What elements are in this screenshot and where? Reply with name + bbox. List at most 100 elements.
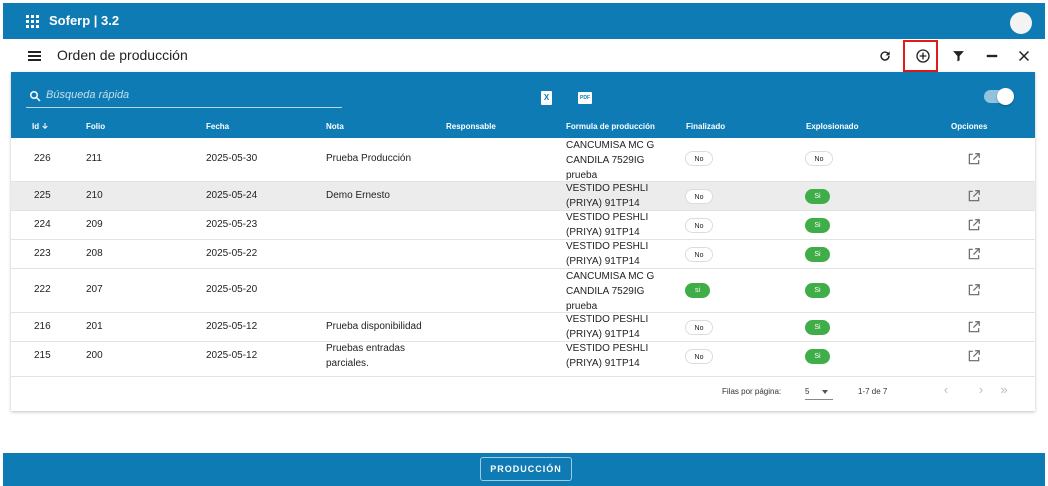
caret-down-icon — [822, 390, 828, 394]
table-row[interactable]: 224 209 2025-05-23 VESTIDO PESHLI (PRIYA… — [11, 211, 1035, 240]
table-row[interactable]: 215 200 2025-05-12 Pruebas entradas parc… — [11, 342, 1035, 372]
refresh-icon[interactable] — [874, 45, 896, 67]
explosionado-badge: Si — [805, 349, 830, 364]
cell-nota: Prueba Producción — [326, 153, 412, 164]
filter-icon[interactable] — [947, 45, 969, 67]
open-external-icon[interactable] — [967, 283, 981, 297]
cell-formula: VESTIDO PESHLI (PRIYA) 91TP14 — [566, 212, 649, 238]
search-icon — [30, 91, 41, 102]
column-header-opciones: Opciones — [951, 122, 988, 131]
column-header-fecha[interactable]: Fecha — [206, 122, 229, 131]
table-row[interactable]: 216 201 2025-05-12 Prueba disponibilidad… — [11, 313, 1035, 342]
cell-fecha: 2025-05-22 — [206, 248, 258, 259]
cell-folio: 200 — [86, 350, 103, 361]
cell-id: 215 — [34, 350, 51, 361]
cell-id: 226 — [34, 153, 51, 164]
column-header-nota[interactable]: Nota — [326, 122, 344, 131]
cell-id: 216 — [34, 321, 51, 332]
cell-folio: 210 — [86, 190, 103, 201]
cell-folio: 211 — [86, 153, 102, 164]
column-header-folio[interactable]: Folio — [86, 122, 105, 131]
cell-fecha: 2025-05-23 — [206, 219, 258, 230]
page-range: 1-7 de 7 — [858, 387, 888, 396]
bottom-bar: PRODUCCIÓN — [3, 453, 1045, 486]
open-external-icon[interactable] — [967, 320, 981, 334]
column-header-formula[interactable]: Formula de producción — [566, 122, 655, 131]
cell-formula: CANCUMISA MC G CANDILA 7529IG prueba — [566, 271, 655, 312]
sort-arrow-down-icon — [42, 123, 49, 130]
explosionado-badge: Si — [805, 283, 830, 298]
finalizado-badge: No — [685, 151, 713, 166]
column-header-id[interactable]: Id — [32, 122, 49, 131]
explosionado-badge: Si — [805, 218, 830, 233]
finalizado-badge: No — [685, 218, 713, 233]
cell-fecha: 2025-05-20 — [206, 284, 258, 295]
column-header-finalizado[interactable]: Finalizado — [686, 122, 725, 131]
orders-table-card: X PDF Id Folio Fecha Nota Responsable Fo… — [11, 72, 1035, 411]
open-external-icon[interactable] — [967, 152, 981, 166]
produccion-button[interactable]: PRODUCCIÓN — [480, 457, 572, 481]
menu-icon[interactable] — [28, 51, 41, 61]
finalizado-badge: No — [685, 189, 713, 204]
avatar[interactable] — [1010, 12, 1032, 34]
apps-grid-icon[interactable] — [26, 15, 39, 28]
explosionado-badge: Si — [805, 247, 830, 262]
close-icon[interactable] — [1013, 45, 1035, 67]
cell-nota: Prueba disponibilidad — [326, 321, 422, 332]
app-bar: Soferp | 3.2 — [3, 3, 1045, 39]
rows-per-page-label: Filas por página: — [722, 387, 782, 396]
cell-fecha: 2025-05-30 — [206, 153, 258, 164]
open-external-icon[interactable] — [967, 189, 981, 203]
table-row[interactable]: 225 210 2025-05-24 Demo Ernesto VESTIDO … — [11, 182, 1035, 211]
page-title: Orden de producción — [57, 47, 188, 63]
last-page-icon[interactable]: » — [997, 383, 1011, 397]
cell-formula: CANCUMISA MC G CANDILA 7529IG prueba — [566, 140, 655, 181]
open-external-icon[interactable] — [967, 349, 981, 363]
open-external-icon[interactable] — [967, 247, 981, 261]
prev-page-icon[interactable]: ‹ — [939, 383, 953, 397]
cell-formula: VESTIDO PESHLI (PRIYA) 91TP14 — [566, 241, 649, 267]
explosionado-badge: No — [805, 151, 833, 166]
search-box[interactable] — [26, 86, 342, 108]
cell-formula: VESTIDO PESHLI (PRIYA) 91TP14 — [566, 343, 649, 369]
cell-fecha: 2025-05-12 — [206, 350, 258, 361]
table-row[interactable]: 222 207 2025-05-20 CANCUMISA MC G CANDIL… — [11, 269, 1035, 313]
add-button-highlight — [903, 40, 938, 72]
finalizado-badge: No — [685, 349, 713, 364]
rows-per-page-select[interactable]: 5 — [805, 384, 833, 400]
table-row[interactable]: 223 208 2025-05-22 VESTIDO PESHLI (PRIYA… — [11, 240, 1035, 269]
cell-folio: 208 — [86, 248, 103, 259]
rows-per-page-value: 5 — [805, 387, 810, 396]
table-row[interactable]: 226 211 2025-05-30 Prueba Producción CAN… — [11, 138, 1035, 182]
open-external-icon[interactable] — [967, 218, 981, 232]
cell-folio: 209 — [86, 219, 103, 230]
minimize-icon[interactable] — [981, 45, 1003, 67]
cell-nota: Pruebas entradas parciales. — [326, 343, 405, 369]
cell-id: 223 — [34, 248, 51, 259]
cell-fecha: 2025-05-12 — [206, 321, 258, 332]
cell-id: 225 — [34, 190, 51, 201]
explosionado-badge: Si — [805, 320, 830, 335]
finalizado-badge: si — [685, 283, 710, 298]
cell-folio: 207 — [86, 284, 103, 295]
next-page-icon[interactable]: › — [974, 383, 988, 397]
cell-formula: VESTIDO PESHLI (PRIYA) 91TP14 — [566, 314, 649, 340]
finalizado-badge: No — [685, 320, 713, 335]
cell-id: 224 — [34, 219, 51, 230]
table-pagination: Filas por página: 5 1-7 de 7 ‹ › » — [11, 376, 1035, 406]
app-title: Soferp | 3.2 — [49, 13, 120, 28]
cell-folio: 201 — [86, 321, 103, 332]
explosionado-badge: Si — [805, 189, 830, 204]
search-input[interactable] — [46, 89, 336, 101]
page-toolbar: Orden de producción — [3, 39, 1045, 72]
finalizado-badge: No — [685, 247, 713, 262]
cell-formula: VESTIDO PESHLI (PRIYA) 91TP14 — [566, 183, 649, 209]
column-header-explosionado[interactable]: Explosionado — [806, 122, 858, 131]
excel-export-icon[interactable]: X — [541, 91, 552, 105]
column-header-responsable[interactable]: Responsable — [446, 122, 496, 131]
cell-id: 222 — [34, 284, 51, 295]
view-toggle[interactable] — [984, 88, 1014, 105]
table-header-bar: X PDF Id Folio Fecha Nota Responsable Fo… — [11, 72, 1035, 138]
pdf-export-icon[interactable]: PDF — [578, 92, 592, 104]
cell-nota: Demo Ernesto — [326, 190, 390, 201]
